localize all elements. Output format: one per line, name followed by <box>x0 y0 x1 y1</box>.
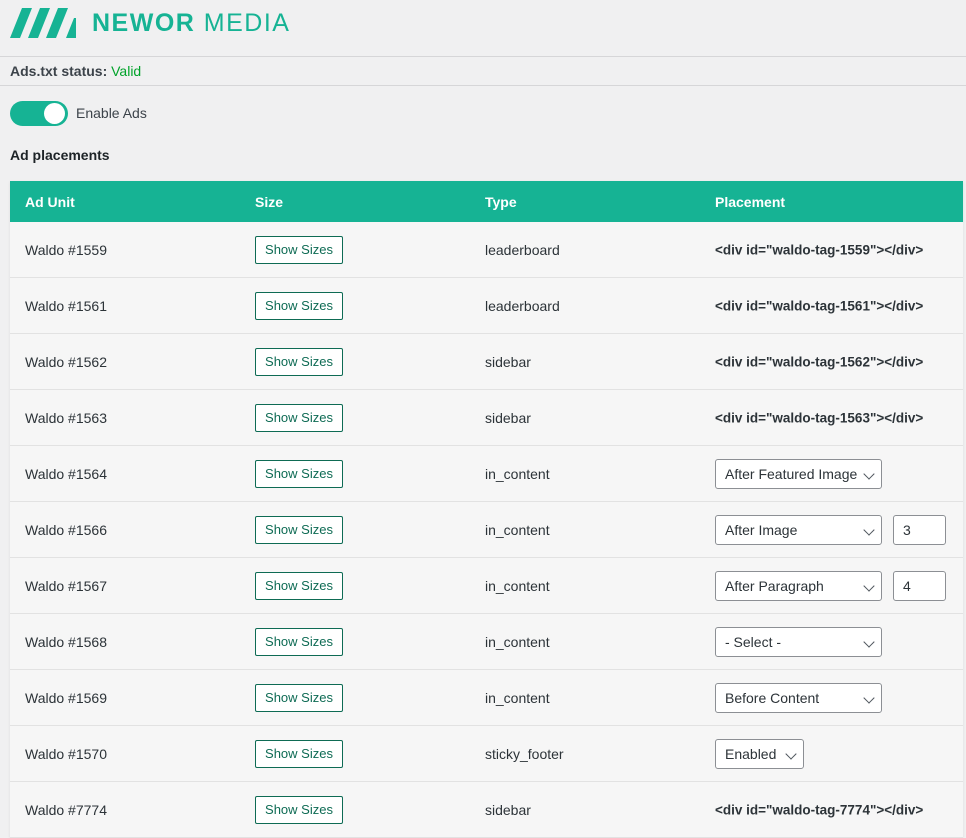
placement-select-value: - Select - <box>725 633 782 650</box>
brand-name-bold: NEWOR <box>92 9 196 37</box>
ad-unit-name: Waldo #1566 <box>25 521 107 538</box>
placement-select-value: After Image <box>725 521 798 538</box>
placement-select[interactable]: After Featured Image <box>715 458 882 489</box>
status-value: Valid <box>111 63 142 79</box>
table-header: Ad Unit Size Type Placement <box>10 181 963 222</box>
show-sizes-button[interactable]: Show Sizes <box>255 347 343 376</box>
table-row: Waldo #1563 Show Sizes sidebar <div id="wal… <box>10 390 963 446</box>
ad-type: in_content <box>485 689 550 706</box>
placement-select-value: Before Content <box>725 689 820 706</box>
ad-unit-name: Waldo #1568 <box>25 633 107 650</box>
header-ad-unit: Ad Unit <box>25 193 75 210</box>
show-sizes-button[interactable]: Show Sizes <box>255 795 343 824</box>
placement-select[interactable]: Enabled <box>715 738 804 769</box>
ad-type: leaderboard <box>485 241 560 258</box>
table-row: Waldo #1559 Show Sizes leaderboard <div id=… <box>10 222 963 278</box>
ad-unit-name: Waldo #1561 <box>25 297 107 314</box>
placement-select-value: Enabled <box>725 745 777 762</box>
table-body: Waldo #1559 Show Sizes leaderboard <div id=… <box>10 222 963 838</box>
ad-type: in_content <box>485 521 550 538</box>
ad-type: sidebar <box>485 353 531 370</box>
divider <box>0 85 966 86</box>
placement-select[interactable]: After Paragraph <box>715 570 882 601</box>
table-row: Waldo #1569 Show Sizes in_content Before Co… <box>10 670 963 726</box>
ad-unit-name: Waldo #1564 <box>25 465 107 482</box>
ad-type: sticky_footer <box>485 745 564 762</box>
table-row: Waldo #7774 Show Sizes sidebar <div id="wal… <box>10 782 963 838</box>
show-sizes-button[interactable]: Show Sizes <box>255 739 343 768</box>
ad-type: sidebar <box>485 409 531 426</box>
show-sizes-button[interactable]: Show Sizes <box>255 291 343 320</box>
enable-ads-toggle[interactable] <box>10 101 68 126</box>
placement-code: <div id="waldo-tag-1563"></div> <box>715 410 924 425</box>
status-label: Ads.txt status: <box>10 63 108 79</box>
toggle-knob <box>44 103 65 124</box>
chevron-down-icon <box>863 635 875 648</box>
placement-number-input[interactable]: 3 <box>893 514 946 545</box>
header-type: Type <box>485 193 517 210</box>
placement-code: <div id="waldo-tag-1559"></div> <box>715 242 924 257</box>
table-row: Waldo #1567 Show Sizes in_content After Par… <box>10 558 963 614</box>
placement-code: <div id="waldo-tag-1561"></div> <box>715 298 924 313</box>
placement-select-value: After Featured Image <box>725 465 858 482</box>
ad-type: sidebar <box>485 801 531 818</box>
header-size: Size <box>255 193 284 210</box>
placement-select-value: After Paragraph <box>725 577 824 594</box>
ads-txt-status: Ads.txt status: Valid <box>10 63 141 79</box>
ad-type: in_content <box>485 633 550 650</box>
show-sizes-button[interactable]: Show Sizes <box>255 627 343 656</box>
show-sizes-button[interactable]: Show Sizes <box>255 515 343 544</box>
show-sizes-button[interactable]: Show Sizes <box>255 683 343 712</box>
enable-ads-label: Enable Ads <box>76 105 147 121</box>
chevron-down-icon <box>863 691 875 704</box>
chevron-down-icon <box>785 747 797 760</box>
table-row: Waldo #1568 Show Sizes in_content - Select … <box>10 614 963 670</box>
ad-unit-name: Waldo #1570 <box>25 745 107 762</box>
ad-unit-name: Waldo #1563 <box>25 409 107 426</box>
chevron-down-icon <box>863 579 875 592</box>
ad-unit-name: Waldo #1562 <box>25 353 107 370</box>
brand-logo: NEWOR MEDIA <box>10 7 290 39</box>
logo-mark-icon <box>10 8 76 38</box>
ad-unit-name: Waldo #1569 <box>25 689 107 706</box>
table-row: Waldo #1566 Show Sizes in_content After Ima… <box>10 502 963 558</box>
placement-number-input[interactable]: 4 <box>893 570 946 601</box>
ad-type: in_content <box>485 465 550 482</box>
placement-select[interactable]: After Image <box>715 514 882 545</box>
brand-name-light: MEDIA <box>203 9 291 37</box>
divider <box>0 56 966 57</box>
ad-unit-name: Waldo #7774 <box>25 801 107 818</box>
header-placement: Placement <box>715 193 786 210</box>
show-sizes-button[interactable]: Show Sizes <box>255 459 343 488</box>
ad-type: in_content <box>485 577 550 594</box>
table-row: Waldo #1562 Show Sizes sidebar <div id="wal… <box>10 334 963 390</box>
ad-placements-table: Ad Unit Size Type Placement Waldo #1559 S… <box>10 181 963 838</box>
placement-code: <div id="waldo-tag-1562"></div> <box>715 354 924 369</box>
ad-type: leaderboard <box>485 297 560 314</box>
section-title: Ad placements <box>10 147 110 163</box>
table-row: Waldo #1564 Show Sizes in_content After Fea… <box>10 446 963 502</box>
placement-code: <div id="waldo-tag-7774"></div> <box>715 802 924 817</box>
show-sizes-button[interactable]: Show Sizes <box>255 403 343 432</box>
ad-unit-name: Waldo #1559 <box>25 241 107 258</box>
chevron-down-icon <box>863 523 875 536</box>
table-row: Waldo #1570 Show Sizes sticky_footer Enable… <box>10 726 963 782</box>
show-sizes-button[interactable]: Show Sizes <box>255 235 343 264</box>
placement-select[interactable]: - Select - <box>715 626 882 657</box>
placement-select[interactable]: Before Content <box>715 682 882 713</box>
table-row: Waldo #1561 Show Sizes leaderboard <div id=… <box>10 278 963 334</box>
ad-unit-name: Waldo #1567 <box>25 577 107 594</box>
chevron-down-icon <box>863 467 875 480</box>
brand-name: NEWOR MEDIA <box>92 8 290 38</box>
show-sizes-button[interactable]: Show Sizes <box>255 571 343 600</box>
